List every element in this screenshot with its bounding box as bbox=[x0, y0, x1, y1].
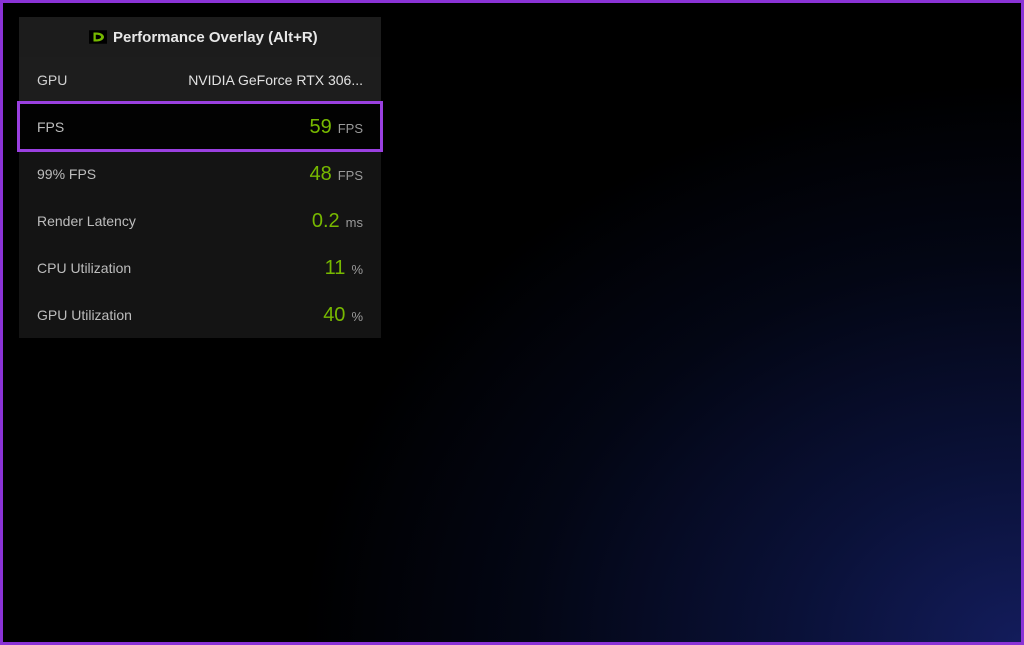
gpu-util-value-group: 40 % bbox=[323, 305, 363, 325]
overlay-body: GPU NVIDIA GeForce RTX 306... FPS 59 FPS… bbox=[19, 57, 381, 338]
overlay-header: Performance Overlay (Alt+R) bbox=[19, 17, 381, 57]
cpu-util-row: CPU Utilization 11 % bbox=[19, 244, 381, 291]
fps99-unit: FPS bbox=[338, 168, 363, 183]
render-latency-value: 0.2 bbox=[312, 211, 340, 231]
fps99-row: 99% FPS 48 FPS bbox=[19, 150, 381, 197]
render-latency-unit: ms bbox=[346, 215, 363, 230]
cpu-util-label: CPU Utilization bbox=[37, 260, 131, 276]
render-latency-label: Render Latency bbox=[37, 213, 136, 229]
gpu-util-value: 40 bbox=[323, 305, 345, 325]
render-latency-value-group: 0.2 ms bbox=[312, 211, 363, 231]
fps99-value: 48 bbox=[309, 164, 331, 184]
nvidia-icon bbox=[89, 30, 107, 44]
fps-label: FPS bbox=[37, 119, 64, 135]
gpu-name-value: NVIDIA GeForce RTX 306... bbox=[188, 72, 363, 88]
gpu-row: GPU NVIDIA GeForce RTX 306... bbox=[19, 57, 381, 103]
gpu-label: GPU bbox=[37, 72, 67, 88]
render-latency-row: Render Latency 0.2 ms bbox=[19, 197, 381, 244]
fps99-label: 99% FPS bbox=[37, 166, 96, 182]
fps-value-group: 59 FPS bbox=[309, 117, 363, 137]
gpu-util-label: GPU Utilization bbox=[37, 307, 132, 323]
fps99-value-group: 48 FPS bbox=[309, 164, 363, 184]
gpu-util-unit: % bbox=[351, 309, 363, 324]
fps-unit: FPS bbox=[338, 121, 363, 136]
overlay-title: Performance Overlay (Alt+R) bbox=[77, 29, 318, 46]
gpu-util-row: GPU Utilization 40 % bbox=[19, 291, 381, 338]
fps-row: FPS 59 FPS bbox=[19, 103, 381, 150]
cpu-util-unit: % bbox=[351, 262, 363, 277]
performance-overlay-panel: Performance Overlay (Alt+R) GPU NVIDIA G… bbox=[19, 17, 381, 338]
cpu-util-value: 11 bbox=[325, 258, 346, 278]
fps-value: 59 bbox=[309, 117, 331, 137]
cpu-util-value-group: 11 % bbox=[325, 258, 363, 278]
